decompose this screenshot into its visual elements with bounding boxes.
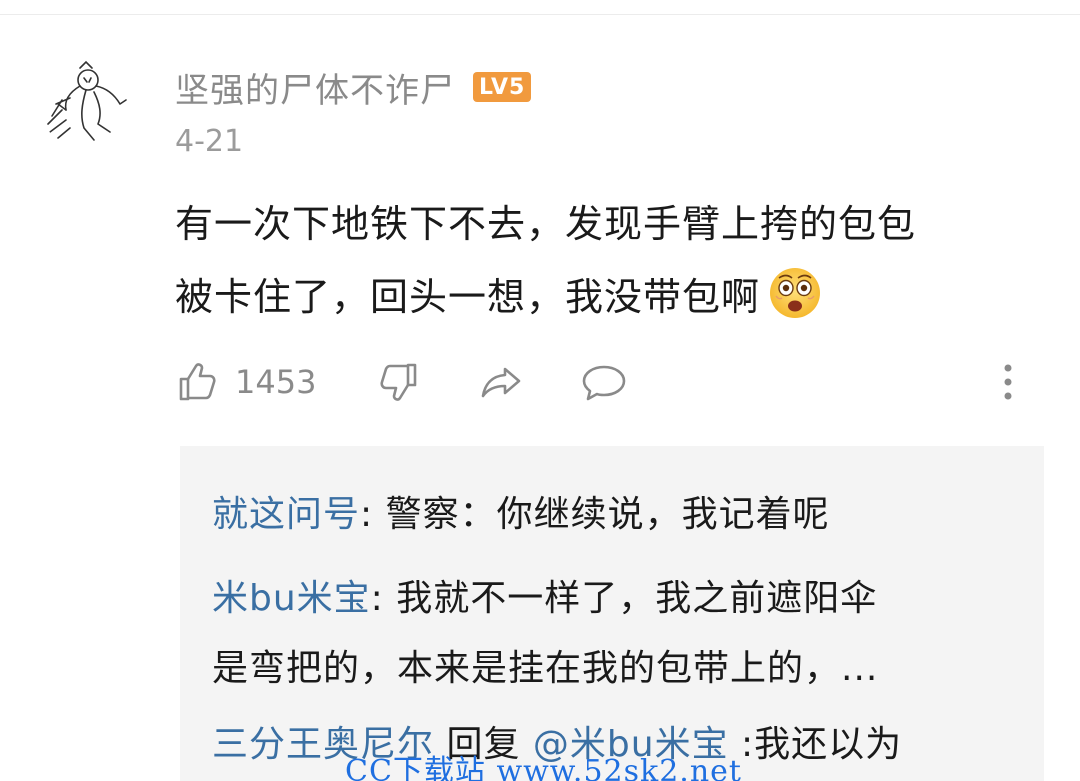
comment-body-line: 被卡住了，回头一想，我没带包啊 — [175, 261, 1045, 334]
user-avatar[interactable] — [40, 58, 132, 150]
reply-item[interactable]: 米bu米宝: 我就不一样了，我之前遮阳伞 是弯把的，本来是挂在我的包带上的，..… — [212, 564, 1012, 704]
speech-bubble-icon — [582, 365, 626, 401]
comment-date: 4-21 — [175, 124, 244, 159]
more-options-button[interactable] — [995, 356, 1021, 408]
level-badge: LV5 — [473, 72, 532, 102]
share-button[interactable] — [477, 356, 527, 408]
avatar-sketch-icon — [47, 60, 127, 141]
reply-text: 警察：你继续说，我记着呢 — [385, 494, 830, 535]
like-button[interactable]: 1453 — [175, 356, 316, 408]
comment-body-line: 有一次下地铁下不去，发现手臂上挎的包包 — [175, 202, 917, 246]
comment-username[interactable]: 坚强的尸体不诈尸 — [175, 63, 455, 112]
like-count: 1453 — [235, 363, 317, 401]
reply-line: 是弯把的，本来是挂在我的包带上的，... — [212, 648, 879, 689]
astonished-face-emoji — [770, 268, 821, 318]
comment-actions: 1453 — [175, 352, 1035, 412]
top-divider — [0, 14, 1080, 15]
reply-button[interactable] — [579, 356, 629, 408]
dislike-button[interactable] — [375, 356, 421, 408]
reply-separator: : — [360, 494, 386, 535]
reply-item[interactable]: 就这问号: 警察：你继续说，我记着呢 — [212, 480, 1012, 550]
comment-body: 有一次下地铁下不去，发现手臂上挎的包包 被卡住了，回头一想，我没带包啊 — [175, 188, 1045, 334]
reply-line: 米bu米宝: 我就不一样了，我之前遮阳伞 — [212, 564, 1012, 634]
reply-author[interactable]: 米bu米宝 — [212, 578, 371, 619]
replies-container: 就这问号: 警察：你继续说，我记着呢 米bu米宝: 我就不一样了，我之前遮阳伞 … — [180, 446, 1044, 781]
thumbs-down-icon — [380, 363, 417, 401]
reply-text: 我就不一样了，我之前遮阳伞 — [396, 578, 878, 619]
share-arrow-icon — [481, 367, 521, 398]
reply-text: :我还以为 — [728, 724, 903, 765]
reply-separator: : — [370, 578, 397, 619]
more-vertical-icon — [1004, 364, 1012, 400]
reply-author[interactable]: 就这问号 — [212, 494, 360, 535]
comment-header: 坚强的尸体不诈尸 LV5 — [175, 63, 532, 112]
comment-body-text: 被卡住了，回头一想，我没带包啊 — [175, 275, 761, 319]
thumbs-up-icon — [179, 363, 216, 401]
site-watermark: CC下载站 www.52sk2.net — [345, 754, 742, 781]
comment-page: 坚强的尸体不诈尸 LV5 4-21 有一次下地铁下不去，发现手臂上挎的包包 被卡… — [0, 0, 1080, 781]
